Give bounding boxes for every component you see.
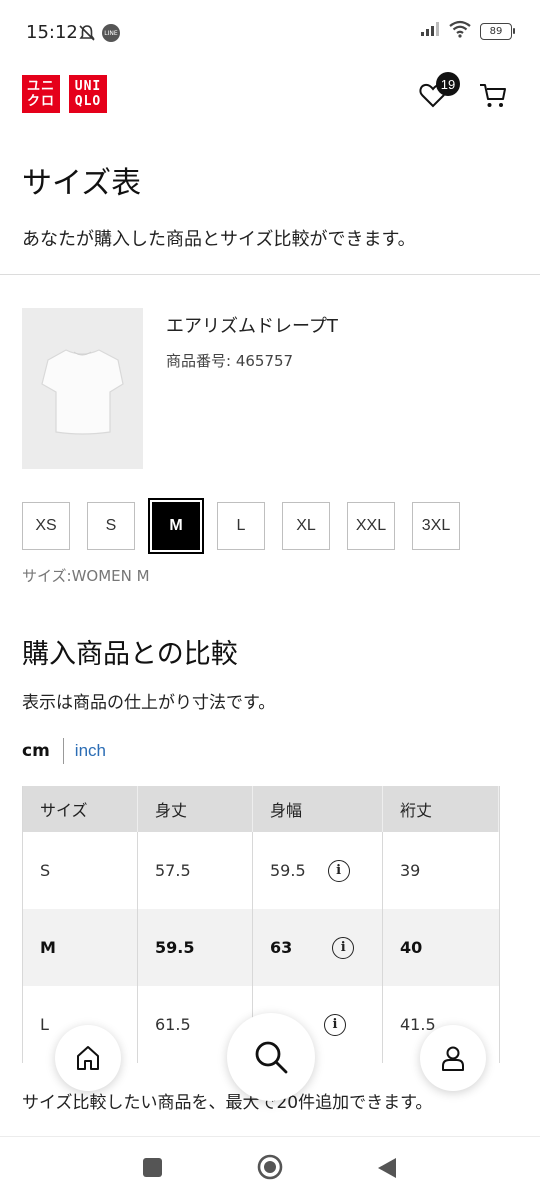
size-option-3xl[interactable]: 3XL	[412, 502, 460, 550]
unit-cm-toggle[interactable]: cm	[22, 741, 50, 761]
home-icon	[77, 1046, 99, 1070]
table-row: S 57.5 59.5 i 39	[22, 832, 500, 909]
signal-icon	[420, 21, 440, 41]
product-name: エアリズムドレープT	[166, 316, 338, 337]
account-nav-button[interactable]	[420, 1025, 486, 1091]
product-number: 商品番号: 465757	[166, 352, 294, 370]
table-cell-width: 63 i	[253, 909, 383, 986]
table-header: 裄丈	[383, 786, 499, 832]
table-cell-length: 59.5	[138, 909, 253, 986]
table-cell-width: 59.5 i	[253, 832, 383, 909]
wifi-icon	[448, 20, 472, 42]
back-button[interactable]	[376, 1156, 398, 1180]
logo-text: UNI	[74, 79, 102, 94]
size-option-xl[interactable]: XL	[282, 502, 330, 550]
bell-off-icon	[78, 24, 96, 46]
recents-button[interactable]	[143, 1158, 162, 1177]
table-header: 身幅	[253, 786, 383, 832]
cart-icon	[480, 84, 506, 107]
size-selector: XS S M L XL XXL 3XL	[22, 498, 460, 554]
user-icon	[442, 1046, 464, 1071]
logo-text: QLO	[74, 94, 102, 109]
width-value: 63	[270, 938, 293, 957]
table-cell-sleeve: 39	[400, 861, 421, 880]
table-cell-size: M	[23, 909, 138, 986]
logo-text: クロ	[26, 94, 55, 109]
table-header: 身丈	[138, 786, 253, 832]
table-header-row: サイズ 身丈 身幅 裄丈	[22, 786, 500, 832]
table-cell-sleeve: 40	[383, 909, 499, 986]
cart-button[interactable]	[478, 80, 510, 112]
uniqlo-logo[interactable]: ユニ クロ UNI QLO	[22, 75, 107, 113]
status-time: 15:12	[26, 22, 78, 43]
table-row-selected: M 59.5 63 i 40	[22, 909, 500, 986]
unit-separator	[62, 738, 64, 764]
selected-size-info: サイズ:WOMEN M	[22, 567, 150, 585]
size-option-xs[interactable]: XS	[22, 502, 70, 550]
table-header: サイズ	[23, 786, 138, 832]
size-option-s[interactable]: S	[87, 502, 135, 550]
status-icons: 89	[420, 20, 515, 42]
table-cell-length: 57.5	[138, 832, 253, 909]
table-cell-size: S	[23, 832, 138, 909]
search-nav-button[interactable]	[227, 1013, 315, 1101]
info-icon[interactable]: i	[332, 936, 355, 959]
divider	[0, 274, 540, 275]
system-home-button[interactable]	[257, 1154, 283, 1180]
logo-tile-katakana: ユニ クロ	[22, 75, 60, 113]
comparison-title: 購入商品との比較	[22, 639, 238, 670]
circle-home-icon	[257, 1154, 283, 1180]
info-icon[interactable]: i	[327, 859, 350, 882]
page-title: サイズ表	[22, 166, 142, 201]
home-nav-button[interactable]	[55, 1025, 121, 1091]
info-icon[interactable]: i	[324, 1013, 346, 1036]
battery-icon: 89	[480, 22, 515, 40]
tshirt-image	[41, 349, 124, 435]
line-app-icon: LINE	[102, 24, 120, 42]
unit-toggle: cm inch	[22, 738, 106, 764]
search-icon	[255, 1041, 288, 1074]
page-subtitle: あなたが購入した商品とサイズ比較ができます。	[22, 229, 416, 250]
wishlist-count-badge: 19	[436, 72, 460, 96]
logo-tile-latin: UNI QLO	[69, 75, 107, 113]
size-option-xxl[interactable]: XXL	[347, 502, 395, 550]
status-bar: 15:12 LINE 89	[0, 0, 540, 64]
logo-text: ユニ	[26, 79, 55, 94]
add-items-note: サイズ比較したい商品を、最大で20件追加できます。	[22, 1093, 433, 1113]
product-image[interactable]	[22, 308, 143, 469]
comparison-note: 表示は商品の仕上がり寸法です。	[22, 693, 276, 713]
unit-inch-toggle[interactable]: inch	[75, 741, 106, 761]
size-option-l[interactable]: L	[217, 502, 265, 550]
back-triangle-icon	[378, 1158, 396, 1178]
width-value: 59.5	[270, 861, 306, 880]
size-option-m[interactable]: M	[148, 498, 204, 554]
